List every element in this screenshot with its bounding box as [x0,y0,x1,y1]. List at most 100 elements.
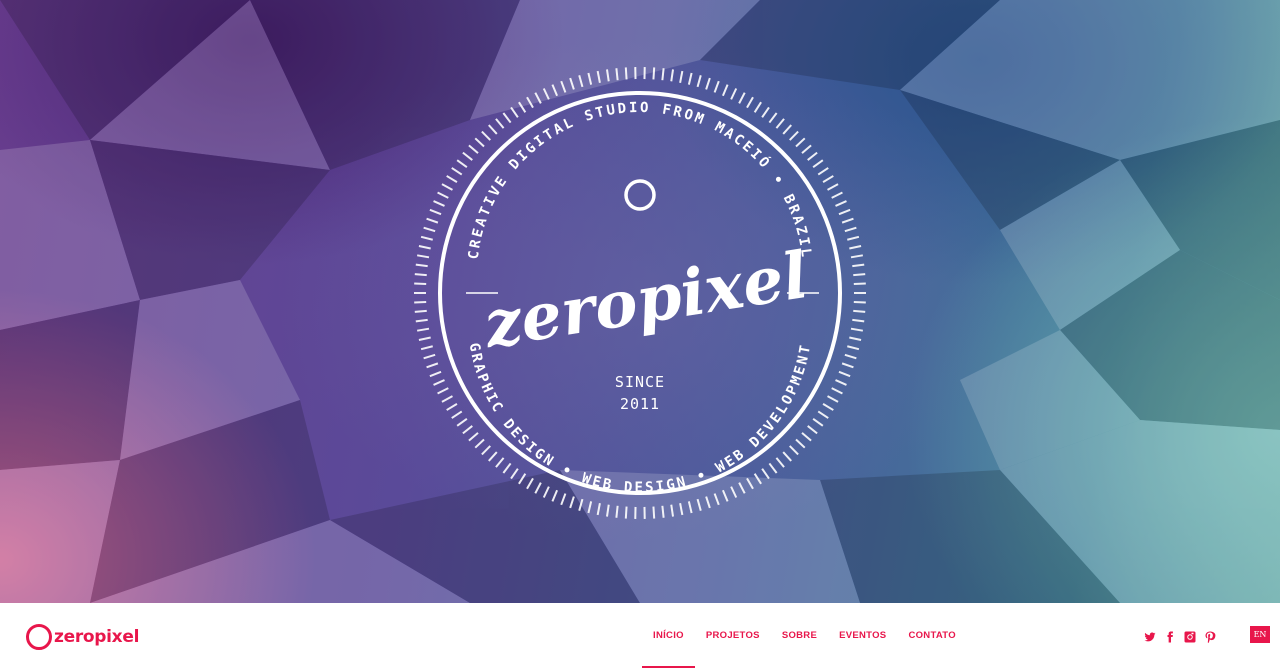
tick-mark [722,489,729,502]
pinterest-icon[interactable] [1204,630,1216,644]
tick-mark [835,200,847,207]
tick-mark [775,118,785,129]
since-year: 2011 [620,395,660,413]
tick-mark [722,84,729,97]
tick-mark [518,101,527,113]
tick-mark [510,468,519,480]
tick-mark [817,167,829,176]
tick-mark [414,309,427,313]
tick-mark [730,88,738,100]
tick-mark [534,92,542,104]
tick-mark [730,486,738,498]
tick-mark [605,504,610,517]
tick-mark [705,496,711,509]
tick-mark [696,498,702,511]
tick-mark [587,501,593,514]
tick-mark [456,159,468,169]
nav-item-label: SOBRE [781,630,818,641]
tick-mark [462,425,473,435]
logo-text: zeropixel [54,627,140,647]
tick-mark [746,477,754,490]
tick-mark [587,72,593,85]
tick-mark [789,130,799,141]
tick-mark [746,96,754,109]
tick-mark [414,282,427,286]
tick-mark [705,77,711,90]
nav-item-sobre[interactable]: SOBRE [771,603,828,668]
tick-mark [551,84,558,97]
tick-mark [423,226,436,233]
hero-banner: CREATIVE DIGITAL STUDIO FROM MACEIÓ • BR… [0,0,1280,603]
studio-badge: CREATIVE DIGITAL STUDIO FROM MACEIÓ • BR… [414,67,866,519]
twitter-icon[interactable] [1144,630,1156,642]
tick-mark [456,417,468,427]
tick-mark [844,353,857,360]
tick-mark [433,200,445,207]
tick-mark [441,395,453,403]
tick-mark [560,80,567,93]
tick-mark [801,432,812,442]
tick-mark [679,503,684,516]
tick-mark [853,273,866,277]
nav-item-projetos[interactable]: PROJETOS [695,603,771,668]
tick-mark [437,191,449,199]
tick-mark [596,70,601,83]
logo-ring-icon [26,624,52,650]
language-switch-button[interactable]: EN [1250,626,1270,643]
instagram-icon[interactable] [1184,630,1196,643]
tick-mark [578,75,584,88]
tick-mark [423,353,436,360]
tick-mark [853,309,866,313]
tick-mark [615,68,619,81]
tick-mark [414,273,427,277]
tick-mark [831,191,843,199]
tick-mark [687,72,693,85]
tick-mark [847,235,860,241]
tick-mark [578,498,584,511]
tick-mark [510,106,519,118]
tick-mark [433,379,445,386]
tick-mark [441,183,453,191]
tick-mark [738,92,746,104]
tick-mark [542,88,550,100]
tick-mark [850,254,864,259]
badge-ring-icon [624,179,656,211]
tick-mark [847,345,860,351]
since-label: SINCE [615,373,665,391]
tick-mark [782,124,792,135]
tick-mark [474,438,485,449]
tick-mark [526,477,534,490]
tick-mark [761,468,770,480]
tick-mark [812,159,824,169]
tick-mark [415,263,428,268]
tick-mark [474,137,485,148]
site-header-bar: zeropixel INÍCIO PROJETOS SOBRE EVENTOS … [0,603,1280,668]
badge-wordmark: zeropixel [478,238,812,363]
tick-mark [426,217,439,224]
nav-item-eventos[interactable]: EVENTOS [828,603,897,668]
tick-mark [849,245,862,250]
tick-mark [853,300,866,304]
nav-item-label: PROJETOS [705,630,760,641]
nav-item-contato[interactable]: CONTATO [897,603,967,668]
site-logo[interactable]: zeropixel [26,623,139,651]
facebook-icon[interactable] [1164,630,1176,643]
tick-mark [753,101,762,113]
tick-mark [414,300,427,304]
tick-mark [605,69,610,82]
tick-mark [853,282,866,286]
tick-mark [468,144,479,154]
tick-mark [429,208,442,216]
tick-mark [615,505,619,518]
tick-mark [416,327,430,332]
tick-mark [534,482,542,494]
tick-mark [495,118,505,129]
tick-mark [569,496,575,509]
nav-item-label: CONTATO [908,630,956,641]
tick-mark [713,493,720,506]
tick-mark [852,318,865,323]
tick-mark [502,112,512,124]
tick-mark [502,462,512,474]
nav-item-inicio[interactable]: INÍCIO [642,603,695,668]
tick-mark [426,362,439,369]
